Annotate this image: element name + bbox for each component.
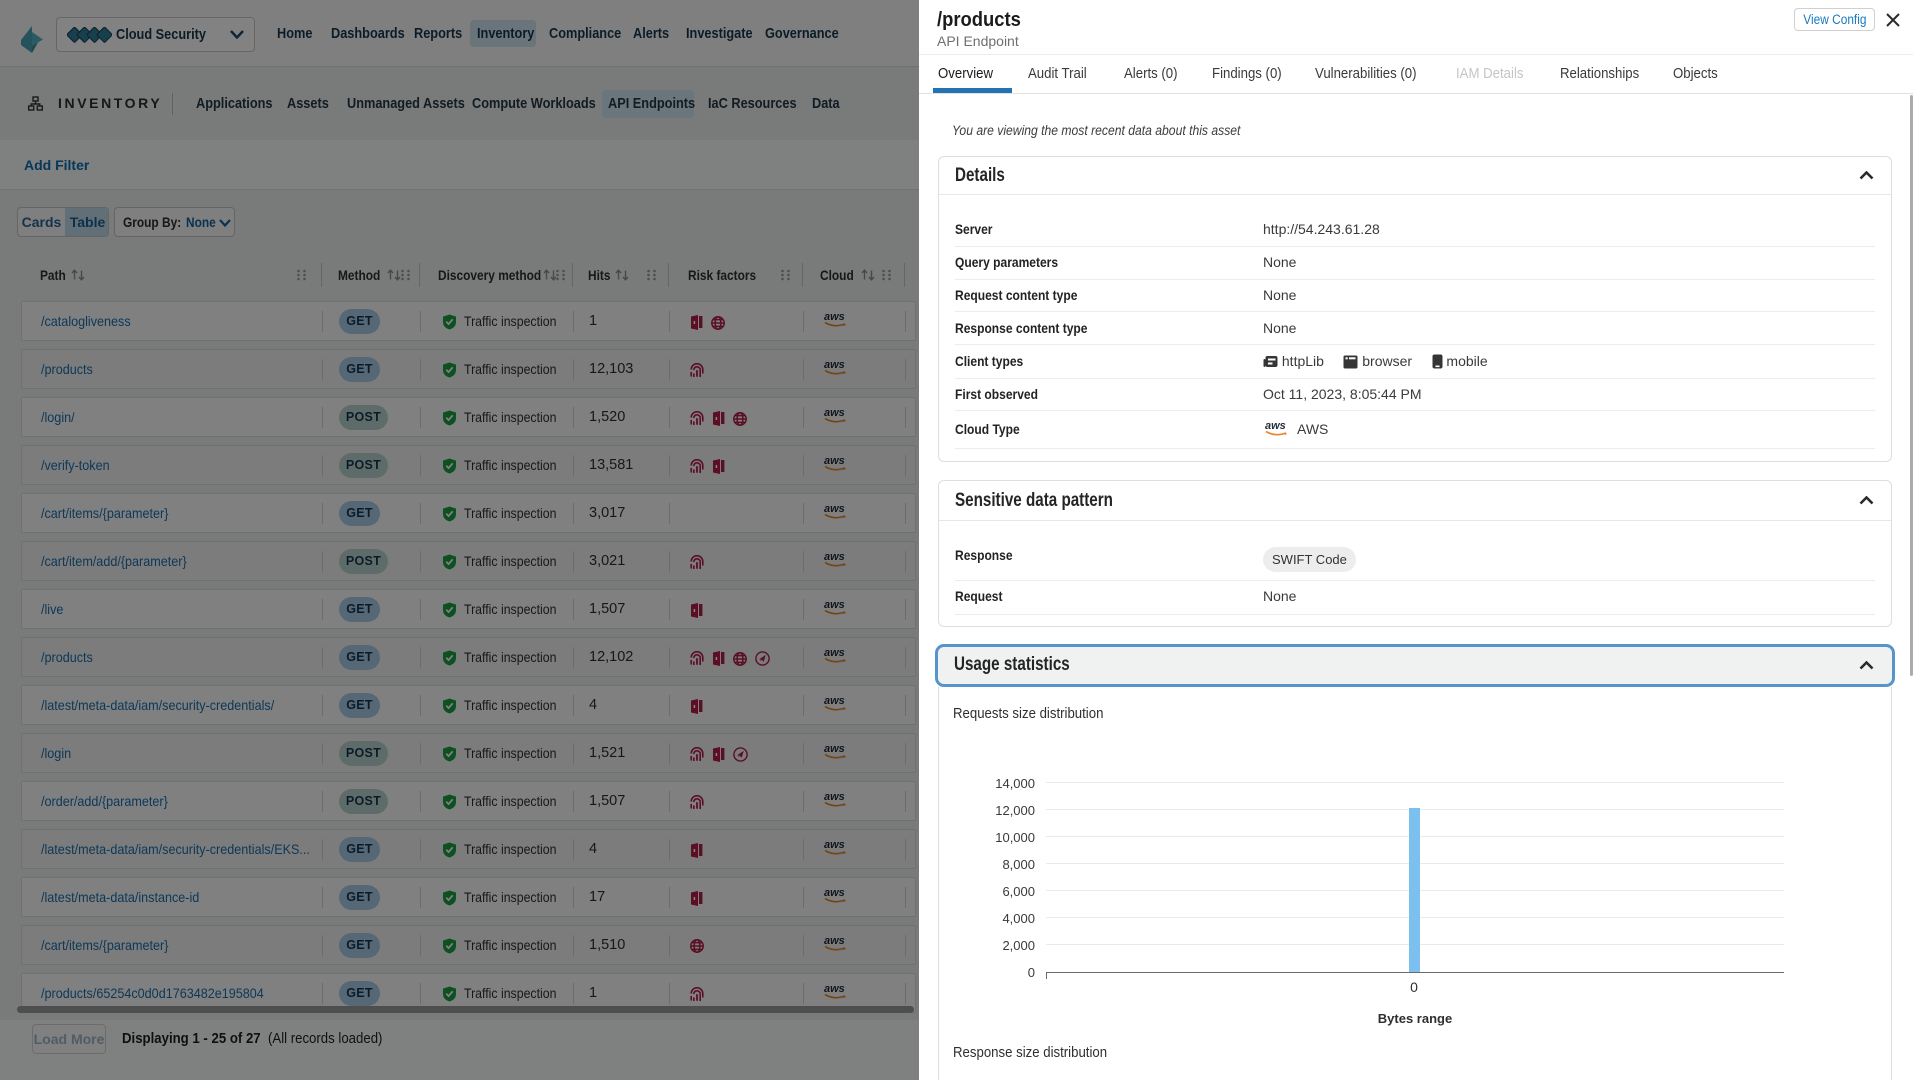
svg-text:aws: aws bbox=[1265, 420, 1286, 432]
